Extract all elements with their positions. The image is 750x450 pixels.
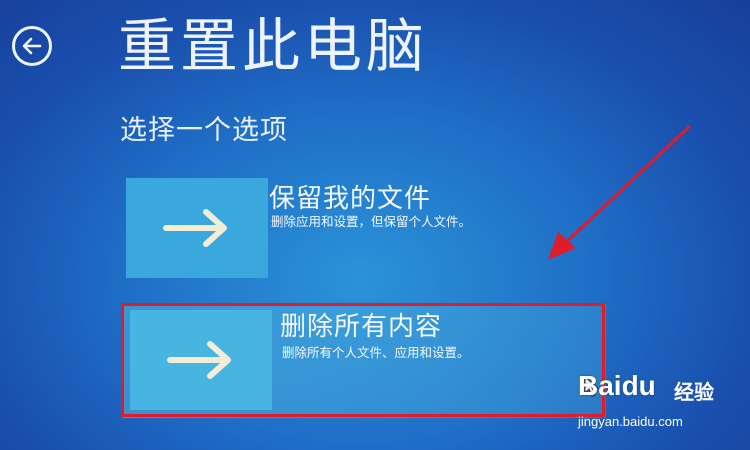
option-title: 保留我的文件 [269,184,432,214]
watermark-brand: Baidu [578,370,656,401]
option-remove-everything[interactable]: 删除所有内容 删除所有个人文件、应用和设置。 [122,304,606,418]
option-tile [130,310,272,410]
option-description: 删除所有个人文件、应用和设置。 [282,345,470,360]
watermark: Baidu 经验 jingyan.baidu.com [578,370,738,434]
option-description: 删除应用和设置，但保留个人文件。 [271,214,472,229]
right-arrow-icon [167,341,231,379]
watermark-url: jingyan.baidu.com [578,414,683,429]
right-arrow-icon [163,209,227,247]
watermark-service: 经验 [674,380,714,404]
back-button[interactable] [12,26,52,66]
back-arrow-icon [22,37,42,55]
option-keep-my-files[interactable]: 保留我的文件 删除应用和设置，但保留个人文件。 [126,178,586,282]
option-tile [126,178,268,278]
option-title: 删除所有内容 [280,312,443,342]
page-title: 重置此电脑 [118,12,429,80]
page-subtitle: 选择一个选项 [120,115,288,146]
